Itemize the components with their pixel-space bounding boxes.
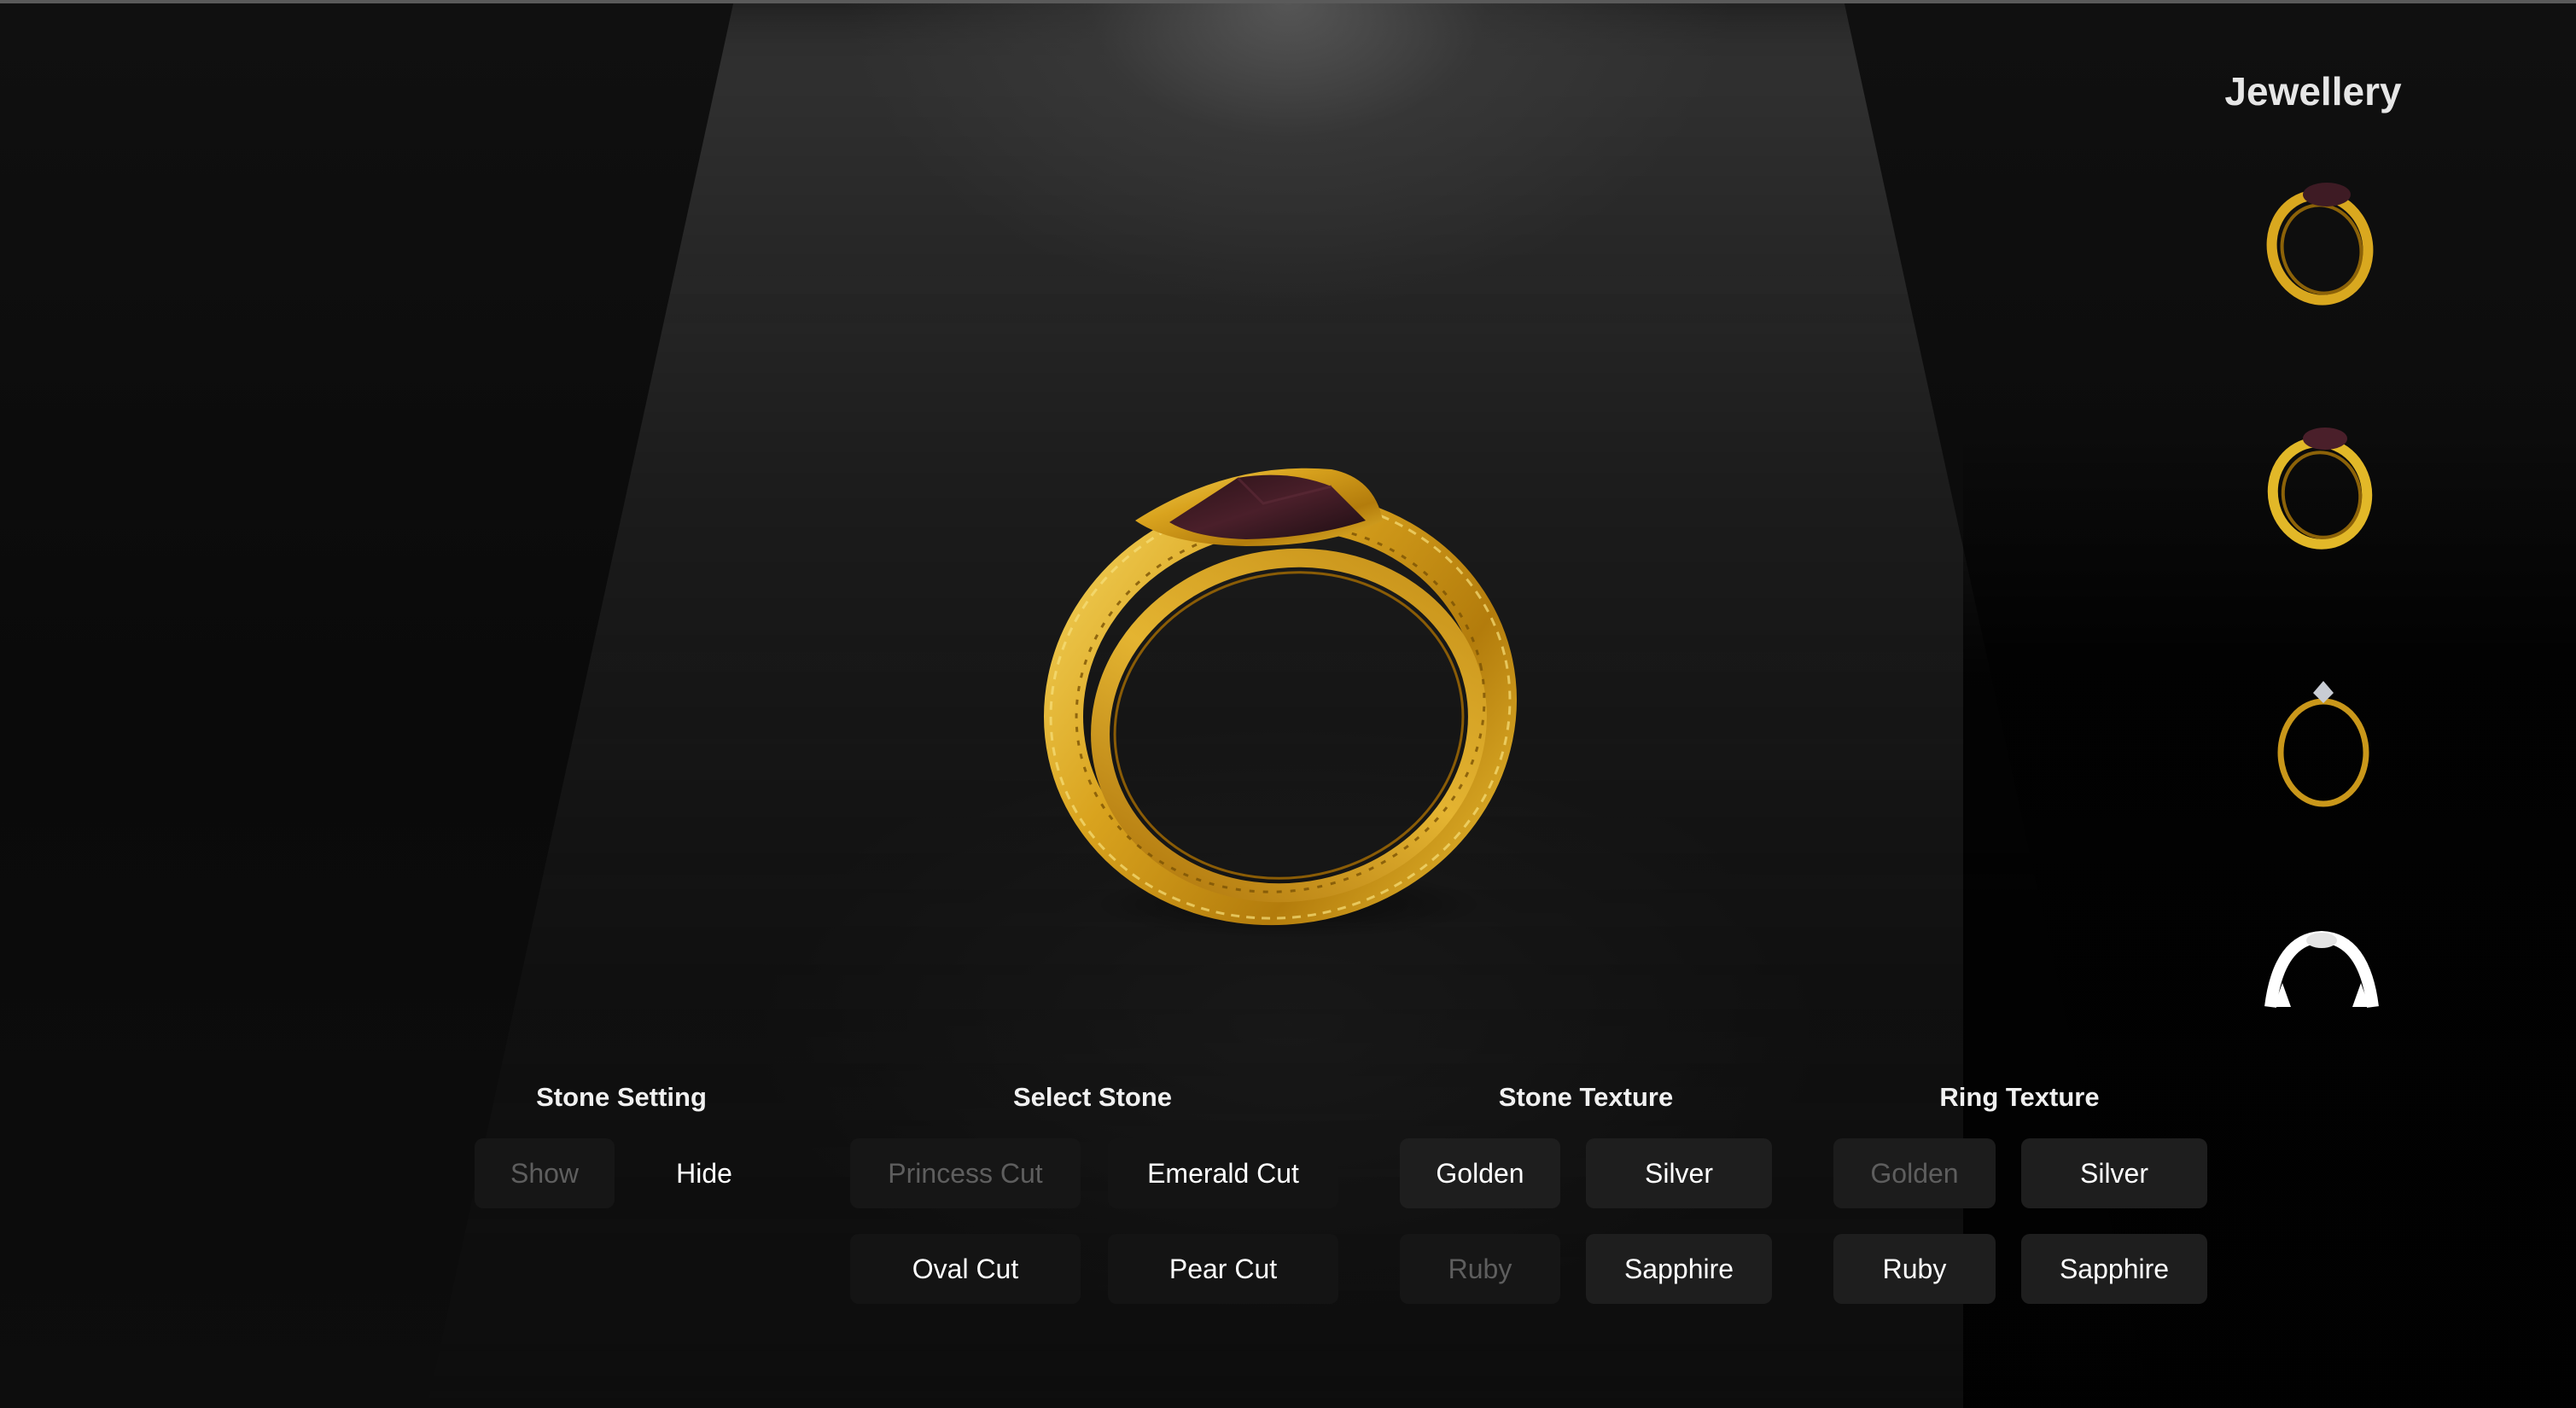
stone-texture-ruby-button[interactable]: Ruby bbox=[1400, 1234, 1560, 1304]
stone-emerald-cut-button[interactable]: Emerald Cut bbox=[1108, 1138, 1338, 1208]
stone-setting-hide-button[interactable]: Hide bbox=[638, 1138, 770, 1208]
viewer-stage: Jewellery Stone Setting Show Hide Select… bbox=[0, 0, 2576, 1408]
top-border bbox=[0, 0, 2576, 3]
gold-ring-red-stone-icon bbox=[2267, 428, 2373, 550]
ring-texture-silver-button[interactable]: Silver bbox=[2021, 1138, 2207, 1208]
gold-ring-render bbox=[1044, 468, 1517, 939]
thumbnail-ring-4[interactable] bbox=[2253, 922, 2390, 1058]
thumbnail-ring-1[interactable] bbox=[2253, 171, 2390, 307]
gold-ring-red-stone-icon bbox=[2266, 183, 2374, 305]
ring-texture-golden-button[interactable]: Golden bbox=[1833, 1138, 1996, 1208]
thumbnail-ring-3[interactable] bbox=[2253, 674, 2390, 811]
ring-texture-sapphire-button[interactable]: Sapphire bbox=[2021, 1234, 2207, 1304]
sidebar-title: Jewellery bbox=[2224, 69, 2402, 113]
stone-texture-silver-button[interactable]: Silver bbox=[1586, 1138, 1772, 1208]
stone-texture-sapphire-button[interactable]: Sapphire bbox=[1586, 1234, 1772, 1304]
select-stone-title: Select Stone bbox=[1012, 1082, 1173, 1112]
stone-texture-title: Stone Texture bbox=[1498, 1082, 1674, 1112]
ring-3d-model[interactable] bbox=[1007, 444, 1553, 956]
gold-ring-diamond-icon bbox=[2277, 681, 2369, 807]
ring-texture-title: Ring Texture bbox=[1939, 1082, 2100, 1112]
silver-ring-icon bbox=[2264, 930, 2379, 1008]
stone-setting-title: Stone Setting bbox=[536, 1082, 707, 1112]
stone-texture-golden-button[interactable]: Golden bbox=[1400, 1138, 1560, 1208]
stone-princess-cut-button[interactable]: Princess Cut bbox=[850, 1138, 1081, 1208]
thumbnail-ring-2[interactable] bbox=[2253, 415, 2390, 551]
stone-oval-cut-button[interactable]: Oval Cut bbox=[850, 1234, 1081, 1304]
ring-texture-ruby-button[interactable]: Ruby bbox=[1833, 1234, 1996, 1304]
stone-pear-cut-button[interactable]: Pear Cut bbox=[1108, 1234, 1338, 1304]
stone-setting-show-button[interactable]: Show bbox=[475, 1138, 615, 1208]
